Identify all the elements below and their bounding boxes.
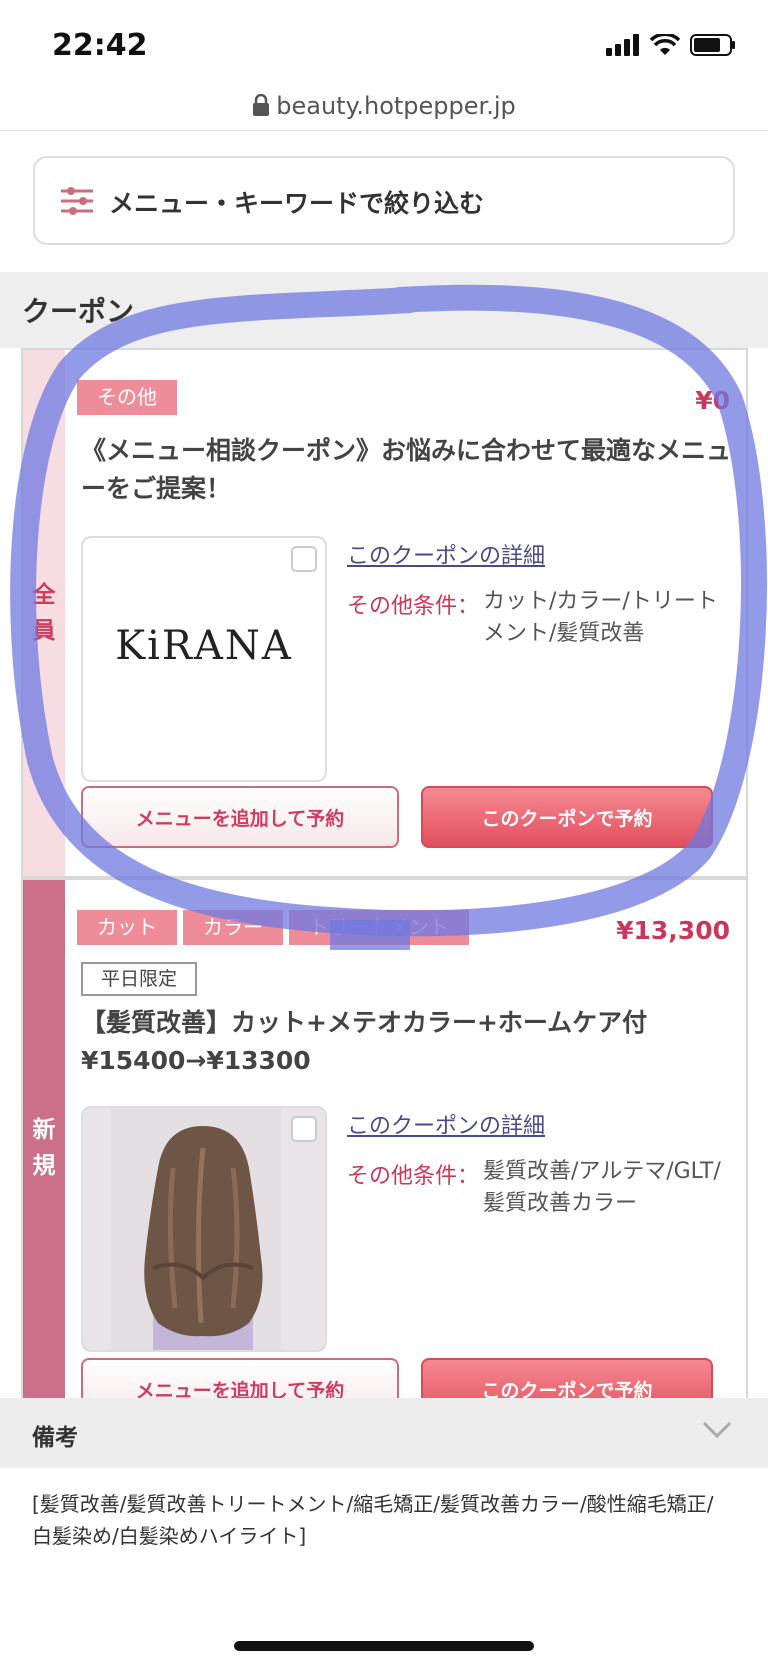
battery-icon bbox=[690, 34, 735, 56]
condition-value: カット/カラー/トリートメント/髪質改善 bbox=[483, 589, 718, 646]
coupon-image: KiRANA bbox=[81, 536, 327, 782]
section-title: クーポン bbox=[22, 295, 135, 328]
category-tag: カラー bbox=[183, 910, 283, 945]
signal-icon bbox=[606, 34, 639, 56]
status-time: 22:42 bbox=[52, 28, 148, 63]
coupon-price: ¥0 bbox=[695, 386, 730, 415]
coupon-title: 《メニュー相談クーポン》お悩みに合わせて最適なメニューをご提案！ bbox=[81, 436, 732, 503]
condition-value: 髪質改善/アルテマ/GLT/髪質改善カラー bbox=[483, 1159, 721, 1216]
add-menu-reserve-button[interactable]: メニューを追加して予約 bbox=[81, 786, 399, 848]
sliders-icon bbox=[61, 187, 93, 215]
url-text: beauty.hotpepper.jp bbox=[276, 92, 516, 120]
chevron-down-icon bbox=[702, 1421, 732, 1439]
home-indicator bbox=[234, 1641, 534, 1651]
coupon-detail-link[interactable]: このクーポンの詳細 bbox=[347, 538, 545, 570]
category-tag: その他 bbox=[77, 380, 177, 415]
brand-logo: KiRANA bbox=[115, 623, 293, 669]
coupon-detail-link[interactable]: このクーポンの詳細 bbox=[347, 1108, 545, 1140]
lock-icon bbox=[253, 94, 270, 116]
wifi-icon bbox=[650, 34, 680, 55]
remarks-text: [髪質改善/髪質改善トリートメント/縮毛矯正/髪質改善カラー/酸性縮毛矯正/白髪… bbox=[32, 1492, 714, 1548]
address-bar[interactable]: beauty.hotpepper.jp bbox=[0, 92, 768, 132]
remarks-title: 備考 bbox=[32, 1425, 78, 1451]
status-icons bbox=[606, 34, 736, 56]
category-tag: カット bbox=[77, 910, 177, 945]
status-bar: 22:42 bbox=[0, 0, 768, 92]
coupon-target-label: 全 員 bbox=[23, 350, 65, 876]
weekday-limited-badge: 平日限定 bbox=[81, 962, 198, 996]
remarks-accordion[interactable]: 備考 bbox=[0, 1398, 768, 1468]
coupon-target-label: 新 規 bbox=[23, 880, 65, 1416]
coupon-price: ¥13,300 bbox=[616, 916, 730, 945]
filter-label: メニュー・キーワードで絞り込む bbox=[109, 189, 485, 218]
checkbox[interactable] bbox=[291, 1116, 317, 1142]
hair-photo bbox=[111, 1108, 281, 1350]
divider bbox=[0, 130, 768, 131]
coupon-title: 【髪質改善】カット+メテオカラー+ホームケア付 ¥15400→¥13300 bbox=[81, 1008, 648, 1075]
checkbox[interactable] bbox=[291, 546, 317, 572]
coupon-card: 新 規 カット カラー トリートメント ¥13,300 平日限定 【髪質改善】カ… bbox=[21, 878, 748, 1420]
filter-button[interactable]: メニュー・キーワードで絞り込む bbox=[33, 156, 735, 245]
coupon-card: 全 員 その他 ¥0 《メニュー相談クーポン》お悩みに合わせて最適なメニューをご… bbox=[21, 348, 748, 878]
condition-label: その他条件： bbox=[347, 1164, 480, 1189]
category-tag: トリートメント bbox=[289, 910, 469, 945]
coupon-image bbox=[81, 1106, 327, 1352]
reserve-coupon-button[interactable]: このクーポンで予約 bbox=[421, 786, 713, 848]
section-header: クーポン bbox=[0, 272, 768, 348]
condition-label: その他条件： bbox=[347, 594, 480, 619]
